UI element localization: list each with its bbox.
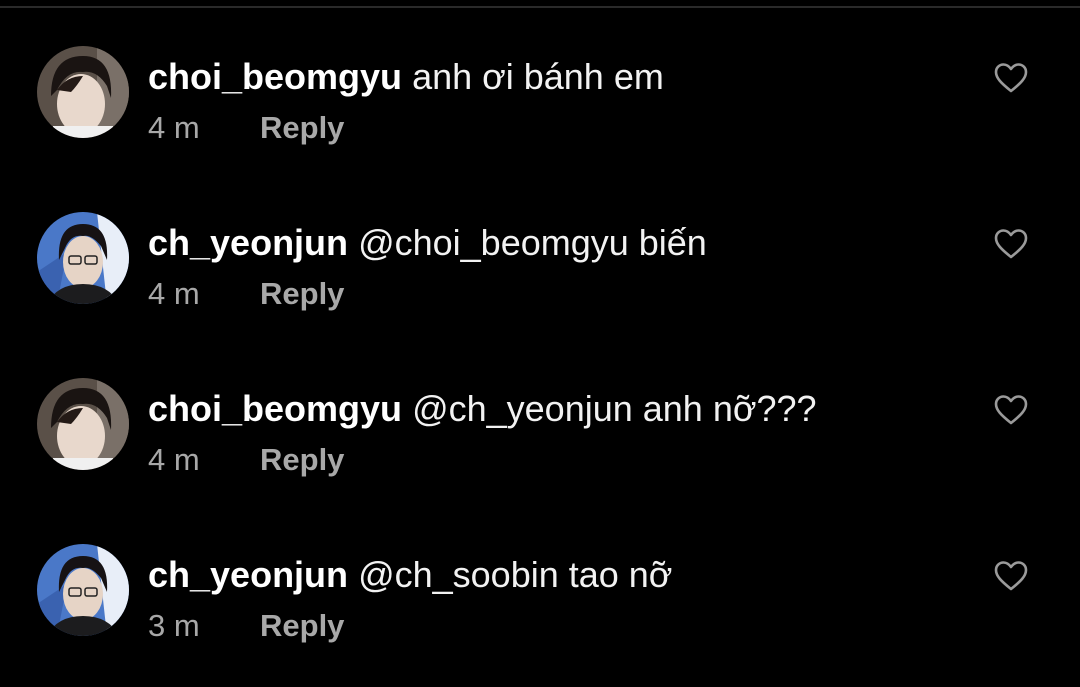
comment-text-line: choi_beomgyu anh ơi bánh em bbox=[148, 56, 664, 98]
comment-text: @choi_beomgyu biến bbox=[358, 222, 707, 263]
comment-list: choi_beomgyu anh ơi bánh em 4 m Reply ch_… bbox=[0, 0, 1080, 687]
reply-button[interactable]: Reply bbox=[260, 110, 344, 145]
comment-timestamp: 4 m bbox=[148, 110, 200, 145]
comment-item: ch_yeonjun @ch_soobin tao nỡ 3 m Reply bbox=[0, 544, 1080, 654]
comment-meta: 4 m Reply bbox=[148, 442, 344, 478]
heart-outline-icon[interactable] bbox=[994, 62, 1028, 94]
comment-meta: 4 m Reply bbox=[148, 110, 344, 146]
heart-outline-icon[interactable] bbox=[994, 228, 1028, 260]
comment-text-line: choi_beomgyu @ch_yeonjun anh nỡ??? bbox=[148, 388, 817, 430]
reply-button[interactable]: Reply bbox=[260, 442, 344, 477]
reply-button[interactable]: Reply bbox=[260, 608, 344, 643]
comment-timestamp: 3 m bbox=[148, 608, 200, 643]
comment-item: choi_beomgyu anh ơi bánh em 4 m Reply bbox=[0, 46, 1080, 156]
comment-timestamp: 4 m bbox=[148, 442, 200, 477]
avatar[interactable] bbox=[37, 46, 129, 138]
username[interactable]: choi_beomgyu bbox=[148, 56, 402, 97]
username[interactable]: ch_yeonjun bbox=[148, 554, 348, 595]
comment-text: @ch_soobin tao nỡ bbox=[358, 554, 673, 595]
comment-text: @ch_yeonjun anh nỡ??? bbox=[412, 388, 817, 429]
comment-item: ch_yeonjun @choi_beomgyu biến 4 m Reply bbox=[0, 212, 1080, 322]
avatar[interactable] bbox=[37, 544, 129, 636]
avatar[interactable] bbox=[37, 212, 129, 304]
comment-meta: 4 m Reply bbox=[148, 276, 344, 312]
comment-text-line: ch_yeonjun @choi_beomgyu biến bbox=[148, 222, 707, 264]
avatar[interactable] bbox=[37, 378, 129, 470]
comment-timestamp: 4 m bbox=[148, 276, 200, 311]
comment-item: choi_beomgyu @ch_yeonjun anh nỡ??? 4 m Re… bbox=[0, 378, 1080, 488]
username[interactable]: ch_yeonjun bbox=[148, 222, 348, 263]
comment-text: anh ơi bánh em bbox=[412, 56, 664, 97]
comment-meta: 3 m Reply bbox=[148, 608, 344, 644]
heart-outline-icon[interactable] bbox=[994, 560, 1028, 592]
reply-button[interactable]: Reply bbox=[260, 276, 344, 311]
username[interactable]: choi_beomgyu bbox=[148, 388, 402, 429]
heart-outline-icon[interactable] bbox=[994, 394, 1028, 426]
comment-text-line: ch_yeonjun @ch_soobin tao nỡ bbox=[148, 554, 672, 596]
